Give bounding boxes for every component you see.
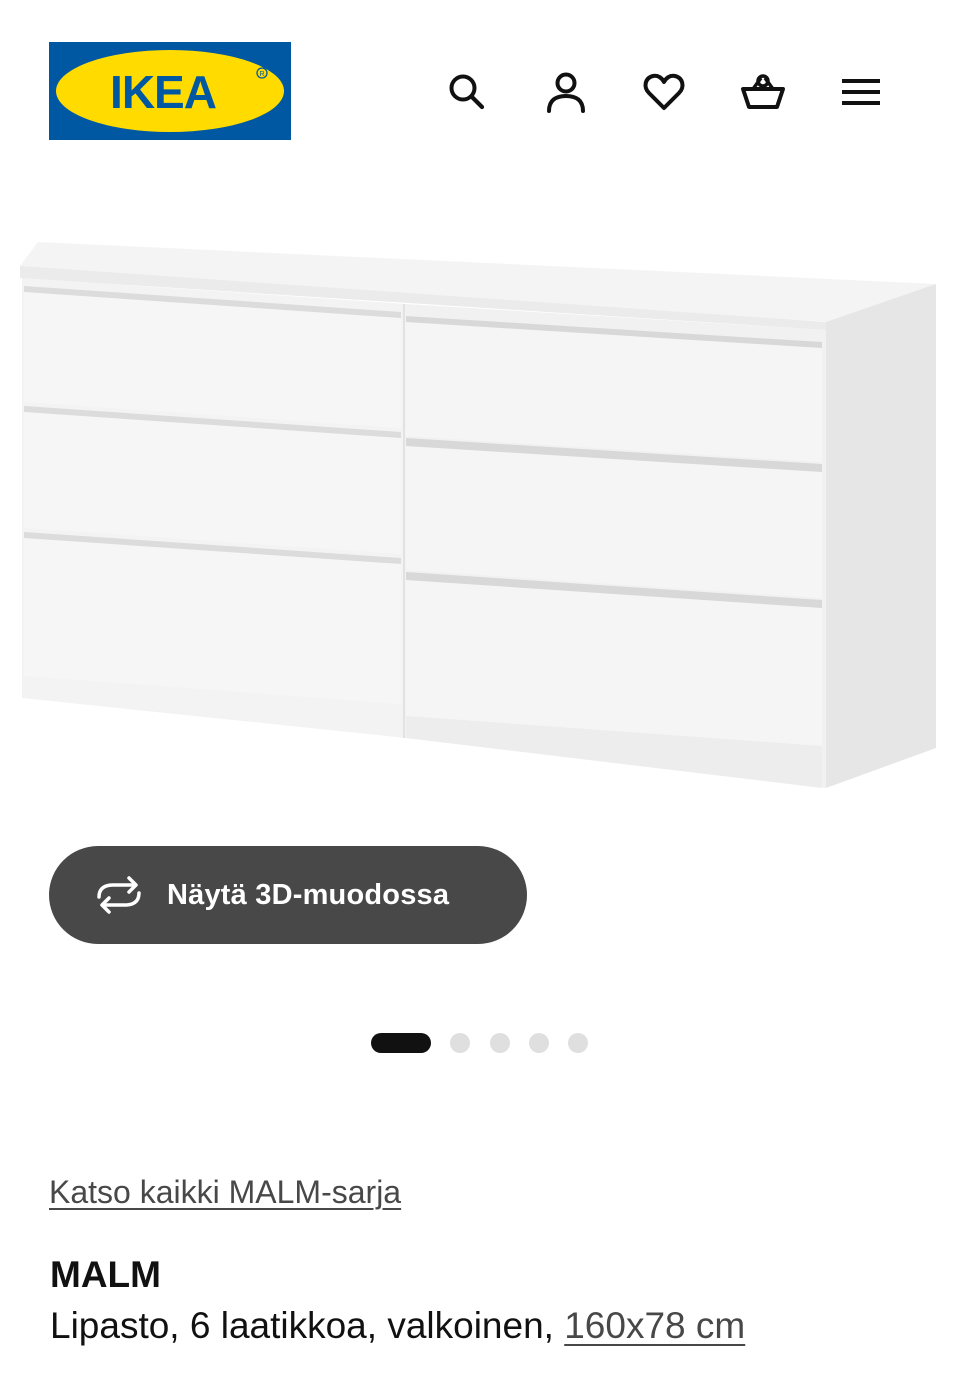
carousel-dot[interactable] — [450, 1033, 470, 1053]
search-button[interactable] — [439, 64, 495, 120]
basket-icon — [741, 74, 785, 109]
product-image[interactable] — [16, 160, 944, 850]
view-3d-button[interactable]: Näytä 3D-muodossa — [49, 846, 527, 944]
basket-button[interactable] — [735, 64, 791, 120]
series-link[interactable]: Katso kaikki MALM-sarja — [49, 1174, 401, 1211]
account-icon — [547, 72, 585, 113]
menu-icon — [842, 79, 880, 105]
product-description-text: Lipasto, 6 laatikkoa, valkoinen, — [50, 1305, 554, 1346]
product-description: Lipasto, 6 laatikkoa, valkoinen, 160x78 … — [50, 1305, 745, 1347]
menu-button[interactable] — [833, 64, 889, 120]
search-icon — [449, 74, 485, 110]
carousel-dot-active[interactable] — [371, 1033, 431, 1053]
image-carousel-indicator — [0, 1031, 960, 1055]
carousel-dot[interactable] — [529, 1033, 549, 1053]
rotate-3d-icon — [91, 875, 147, 915]
product-size-link[interactable]: 160x78 cm — [564, 1305, 745, 1346]
view-3d-label: Näytä 3D-muodossa — [167, 878, 450, 911]
header-icons — [0, 64, 960, 120]
heart-icon — [643, 73, 685, 110]
product-name: MALM — [50, 1254, 161, 1295]
carousel-dot[interactable] — [490, 1033, 510, 1053]
carousel-dot[interactable] — [568, 1033, 588, 1053]
favourites-button[interactable] — [636, 64, 692, 120]
account-button[interactable] — [538, 64, 594, 120]
